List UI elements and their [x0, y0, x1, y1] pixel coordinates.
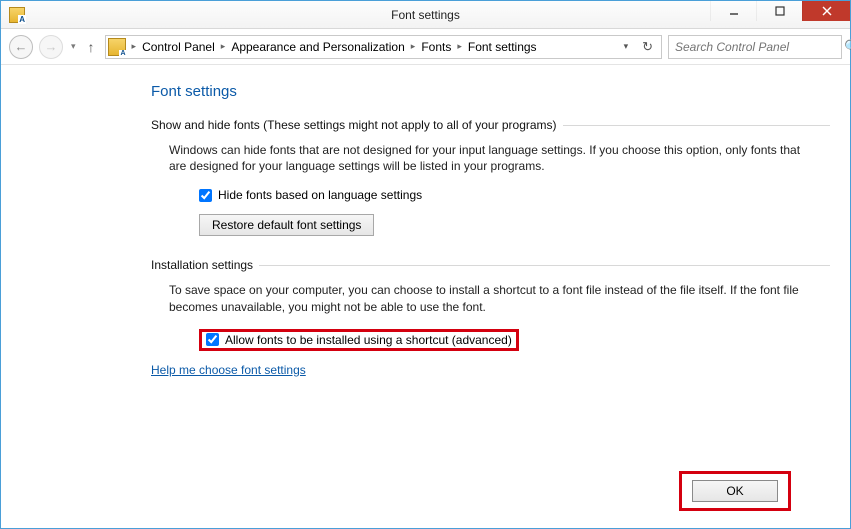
section-install-text: Installation settings [151, 258, 253, 272]
search-input[interactable] [669, 40, 838, 54]
divider [259, 265, 830, 266]
up-button[interactable]: ↑ [84, 39, 99, 55]
allow-shortcut-highlight: Allow fonts to be installed using a shor… [199, 329, 519, 351]
location-icon [108, 38, 126, 56]
breadcrumb-font-settings[interactable]: Font settings [464, 40, 541, 54]
breadcrumb-fonts[interactable]: Fonts [417, 40, 455, 54]
section-install-label: Installation settings [151, 258, 830, 272]
section-show-hide-label: Show and hide fonts (These settings migh… [151, 118, 830, 132]
help-link[interactable]: Help me choose font settings [151, 363, 306, 377]
section-show-hide-body: Windows can hide fonts that are not desi… [151, 142, 830, 236]
allow-shortcut-checkbox-label: Allow fonts to be installed using a shor… [225, 333, 512, 347]
window-title: Font settings [1, 8, 850, 22]
install-description: To save space on your computer, you can … [169, 282, 809, 314]
chevron-right-icon[interactable]: ▸ [409, 41, 418, 52]
address-bar[interactable]: ▸ Control Panel ▸ Appearance and Persona… [105, 35, 662, 59]
show-hide-description: Windows can hide fonts that are not desi… [169, 142, 809, 174]
footer: OK [679, 471, 791, 511]
breadcrumb-root[interactable]: Control Panel [138, 40, 219, 54]
content-area: Font settings Show and hide fonts (These… [1, 65, 850, 377]
hide-fonts-checkbox-label: Hide fonts based on language settings [218, 188, 422, 202]
chevron-right-icon[interactable]: ▸ [130, 41, 139, 52]
page-title: Font settings [151, 83, 830, 100]
refresh-button[interactable]: ↻ [636, 35, 659, 59]
allow-shortcut-checkbox[interactable] [206, 333, 219, 346]
chevron-right-icon[interactable]: ▸ [219, 41, 228, 52]
back-button[interactable]: ← [9, 35, 33, 59]
divider [563, 125, 830, 126]
section-install-body: To save space on your computer, you can … [151, 282, 830, 350]
title-bar: Font settings [1, 1, 850, 29]
ok-highlight: OK [679, 471, 791, 511]
search-icon[interactable]: 🔍 [838, 39, 851, 55]
section-show-hide-text: Show and hide fonts (These settings migh… [151, 118, 557, 132]
hide-fonts-checkbox[interactable] [199, 189, 212, 202]
nav-row: ← → ▾ ↑ ▸ Control Panel ▸ Appearance and… [1, 29, 850, 65]
chevron-right-icon[interactable]: ▸ [455, 41, 464, 52]
address-dropdown[interactable]: ▾ [618, 37, 635, 56]
search-box[interactable]: 🔍 [668, 35, 842, 59]
hide-fonts-checkbox-row[interactable]: Hide fonts based on language settings [169, 188, 830, 202]
restore-defaults-button[interactable]: Restore default font settings [199, 214, 374, 236]
breadcrumb-appearance[interactable]: Appearance and Personalization [227, 40, 408, 54]
history-dropdown[interactable]: ▾ [69, 41, 78, 52]
forward-button[interactable]: → [39, 35, 63, 59]
ok-button[interactable]: OK [692, 480, 778, 502]
